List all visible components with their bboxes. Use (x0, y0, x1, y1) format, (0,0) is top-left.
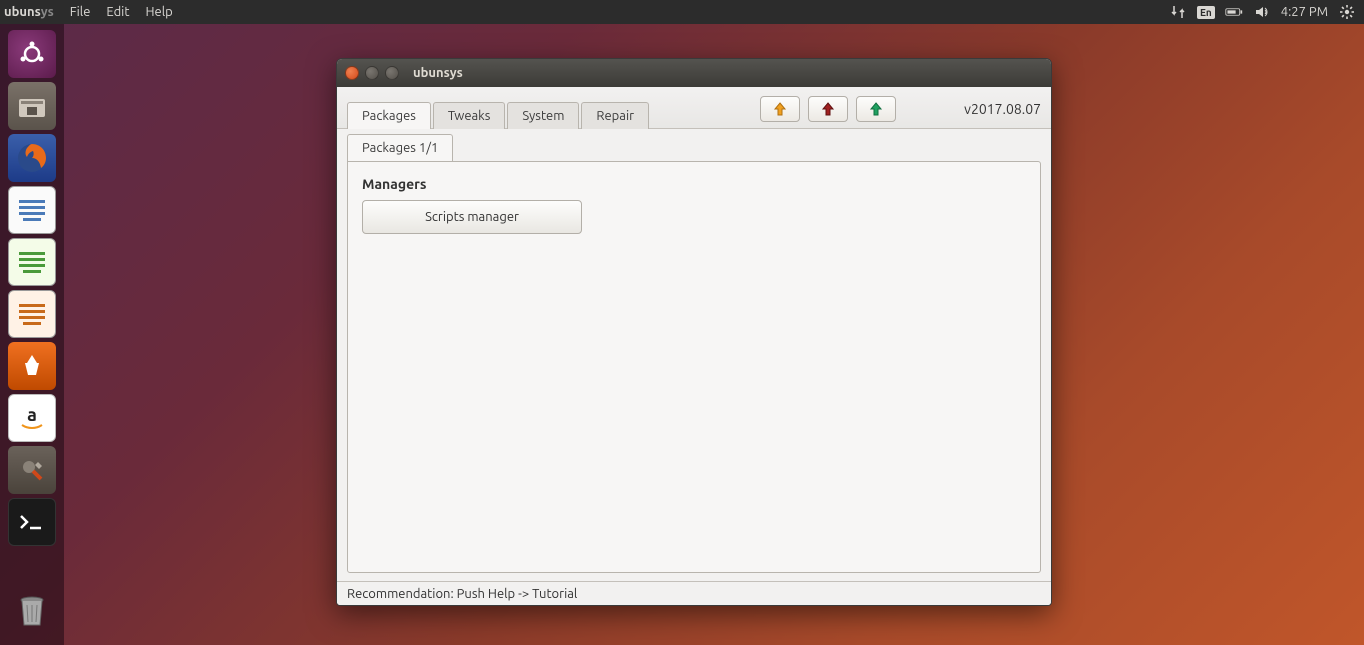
tab-repair[interactable]: Repair (581, 102, 649, 129)
status-text: Recommendation: Push Help -> Tutorial (347, 587, 577, 601)
menubar-app-name: ubunsys (0, 5, 62, 19)
sub-tabs: Packages 1/1 (347, 134, 1041, 161)
volume-icon[interactable] (1253, 3, 1271, 21)
sub-tab-packages[interactable]: Packages 1/1 (347, 134, 453, 161)
main-tabs: Packages Tweaks System Repair (347, 101, 649, 128)
toolbar-actions: v2017.08.07 (760, 96, 1041, 128)
window-close-button[interactable] (345, 66, 359, 80)
app-window: ubunsys Packages Tweaks System Repair v2… (336, 58, 1052, 606)
menu-file[interactable]: File (62, 5, 99, 19)
launcher-settings[interactable] (8, 446, 56, 494)
tab-system[interactable]: System (507, 102, 579, 129)
content-area: Packages 1/1 Managers Scripts manager (337, 129, 1051, 581)
launcher-files[interactable] (8, 82, 56, 130)
update-green-button[interactable] (856, 96, 896, 122)
launcher-terminal[interactable] (8, 498, 56, 546)
system-menubar: ubunsys File Edit Help En 4:27 PM (0, 0, 1364, 24)
launcher-dash[interactable] (8, 30, 56, 78)
version-label: v2017.08.07 (964, 101, 1041, 117)
network-icon[interactable] (1169, 3, 1187, 21)
scripts-manager-button[interactable]: Scripts manager (362, 200, 582, 234)
launcher-trash[interactable] (8, 587, 56, 635)
update-orange-button[interactable] (760, 96, 800, 122)
menu-edit[interactable]: Edit (98, 5, 137, 19)
launcher-software-center[interactable] (8, 342, 56, 390)
tab-packages[interactable]: Packages (347, 102, 431, 129)
managers-heading: Managers (362, 176, 1026, 192)
window-maximize-button[interactable] (385, 66, 399, 80)
tab-tweaks[interactable]: Tweaks (433, 102, 505, 129)
launcher-calc[interactable] (8, 238, 56, 286)
update-red-button[interactable] (808, 96, 848, 122)
window-titlebar[interactable]: ubunsys (337, 59, 1051, 87)
clock[interactable]: 4:27 PM (1281, 5, 1328, 19)
unity-launcher: a (0, 24, 64, 645)
window-title: ubunsys (413, 66, 463, 80)
packages-panel: Managers Scripts manager (347, 161, 1041, 573)
main-toolbar: Packages Tweaks System Repair v2017.08.0… (337, 87, 1051, 129)
launcher-amazon[interactable]: a (8, 394, 56, 442)
launcher-writer[interactable] (8, 186, 56, 234)
battery-icon[interactable] (1225, 3, 1243, 21)
launcher-impress[interactable] (8, 290, 56, 338)
status-bar: Recommendation: Push Help -> Tutorial (337, 581, 1051, 605)
menubar-right: En 4:27 PM (1169, 3, 1364, 21)
menu-help[interactable]: Help (137, 5, 180, 19)
menubar-left: ubunsys File Edit Help (0, 5, 181, 19)
keyboard-indicator[interactable]: En (1197, 6, 1215, 19)
gear-icon[interactable] (1338, 3, 1356, 21)
launcher-firefox[interactable] (8, 134, 56, 182)
window-minimize-button[interactable] (365, 66, 379, 80)
svg-text:a: a (27, 405, 37, 425)
